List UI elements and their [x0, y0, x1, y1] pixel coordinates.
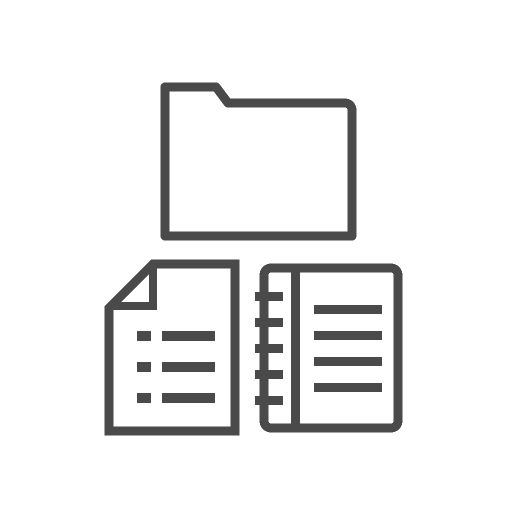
notebook-icon: [255, 263, 403, 433]
list-line: [162, 393, 215, 403]
notebook-line: [314, 305, 382, 314]
notebook-spine: [291, 268, 300, 428]
spiral-ring: [255, 292, 283, 301]
list-bullet: [137, 393, 151, 403]
list-line: [162, 331, 215, 341]
list-bullet: [137, 331, 151, 341]
list-bullet: [137, 362, 151, 372]
icon-canvas: [0, 0, 512, 512]
document-list-icon: [104, 259, 240, 436]
folder-icon: [160, 82, 357, 241]
notebook-line: [314, 331, 382, 340]
list-line: [162, 362, 215, 372]
spiral-ring: [255, 370, 283, 379]
notebook-line: [314, 357, 382, 366]
notebook-line: [314, 383, 382, 392]
spiral-ring: [255, 318, 283, 327]
spiral-ring: [255, 396, 283, 405]
folder-documents-notebook-icon: [104, 82, 403, 436]
spiral-ring: [255, 344, 283, 353]
